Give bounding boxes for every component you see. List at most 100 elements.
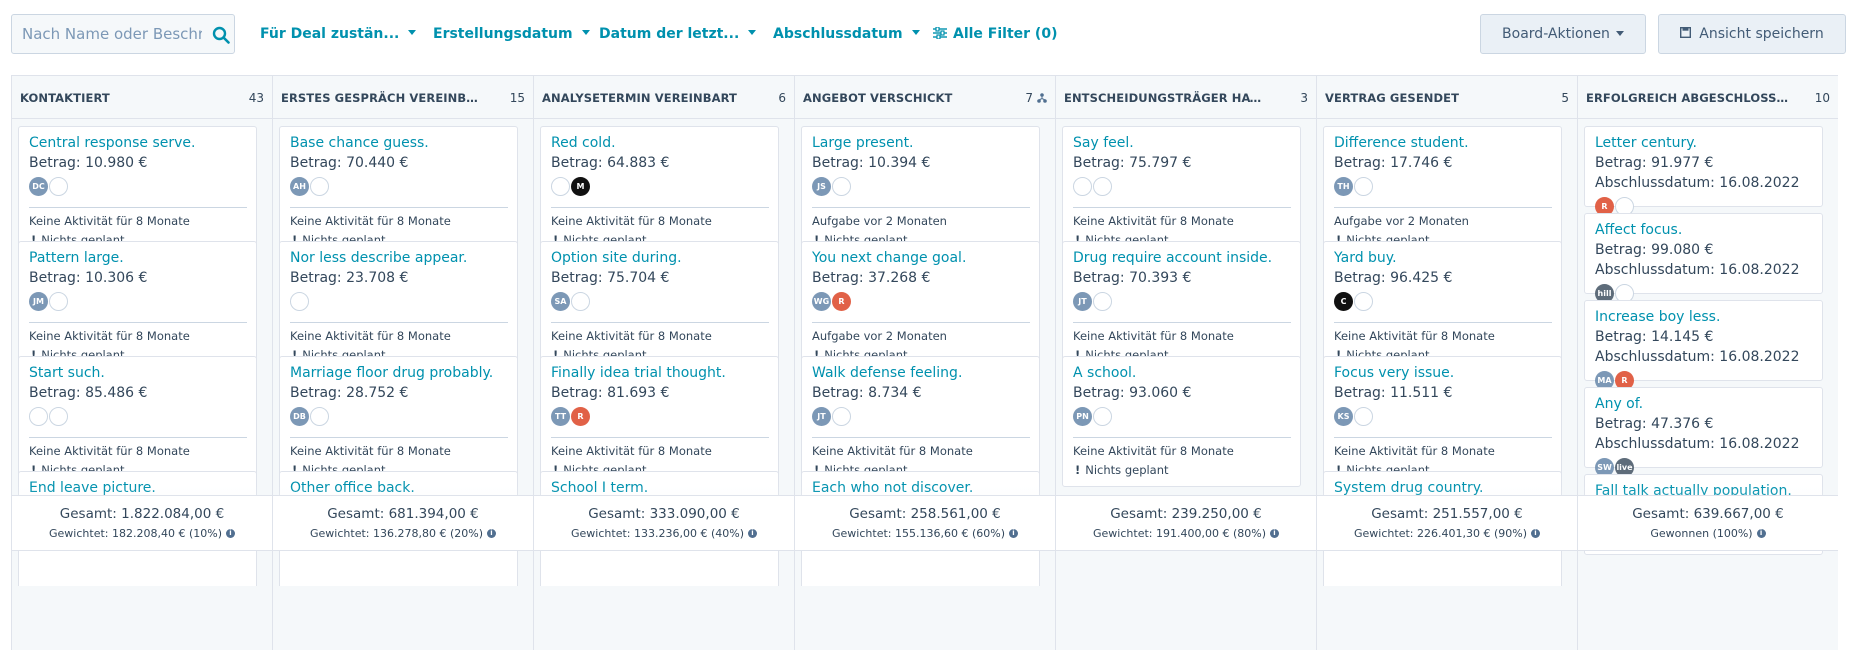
deal-card[interactable]: Nor less describe appear. Betrag: 23.708 … xyxy=(279,241,518,372)
deal-card[interactable]: Finally idea trial thought. Betrag: 81.69… xyxy=(540,356,779,487)
company-logo-icon[interactable]: C xyxy=(1334,292,1353,311)
company-logo-icon[interactable]: M xyxy=(571,177,590,196)
company-logo-icon[interactable] xyxy=(832,177,851,196)
filter-create-date[interactable]: Erstellungsdatum xyxy=(433,24,590,44)
deal-name-link[interactable]: Marriage floor drug probably. xyxy=(290,365,493,381)
company-logo-icon[interactable] xyxy=(1093,292,1112,311)
contact-avatar[interactable]: WG xyxy=(812,292,831,311)
company-logo-icon[interactable] xyxy=(310,407,329,426)
deal-card[interactable]: A school. Betrag: 93.060 € PN Keine Aktivit… xyxy=(1062,356,1301,487)
deal-card[interactable]: Red cold. Betrag: 64.883 € M Keine Aktivitä… xyxy=(540,126,779,257)
contact-avatar[interactable]: JM xyxy=(29,292,48,311)
info-icon[interactable]: i xyxy=(1530,528,1540,538)
deal-card[interactable]: Central response serve. Betrag: 10.980 € D… xyxy=(18,126,257,257)
contact-avatar[interactable]: TH xyxy=(1334,177,1353,196)
deal-card[interactable]: Focus very issue. Betrag: 11.511 € KS Keine… xyxy=(1323,356,1562,487)
deal-name-link[interactable]: Central response serve. xyxy=(29,135,195,151)
filter-last-activity-date[interactable]: Datum der letzt... xyxy=(599,24,757,44)
board-actions-button[interactable]: Board-Aktionen xyxy=(1480,14,1646,54)
deal-card[interactable]: Increase boy less. Betrag: 14.145 € Abschl… xyxy=(1584,300,1823,390)
company-logo-icon[interactable] xyxy=(49,292,68,311)
deal-name-link[interactable]: Drug require account inside. xyxy=(1073,250,1272,266)
info-icon[interactable]: i xyxy=(747,528,757,538)
contact-avatar[interactable]: JS xyxy=(812,177,831,196)
deal-card[interactable]: Marriage floor drug probably. Betrag: 28.… xyxy=(279,356,518,487)
contact-avatar[interactable]: KS xyxy=(1334,407,1353,426)
company-logo-icon[interactable] xyxy=(1073,177,1092,196)
deal-card[interactable]: Option site during. Betrag: 75.704 € SA Kei… xyxy=(540,241,779,372)
company-logo-icon[interactable] xyxy=(310,177,329,196)
contact-avatar[interactable]: DC xyxy=(29,177,48,196)
save-view-button[interactable]: Ansicht speichern xyxy=(1658,14,1846,54)
search-input[interactable] xyxy=(12,15,202,53)
company-logo-icon[interactable] xyxy=(832,407,851,426)
deal-name-link[interactable]: Start such. xyxy=(29,365,105,381)
deal-card[interactable]: Large present. Betrag: 10.394 € JS Aufgabe … xyxy=(801,126,1040,257)
deal-name-link[interactable]: Each who not discover. xyxy=(812,480,973,496)
info-icon[interactable]: i xyxy=(486,528,496,538)
company-logo-icon[interactable] xyxy=(1093,177,1112,196)
deal-card[interactable]: Say feel. Betrag: 75.797 € Keine Aktivität… xyxy=(1062,126,1301,257)
company-logo-icon[interactable] xyxy=(1354,292,1373,311)
deal-name-link[interactable]: Yard buy. xyxy=(1334,250,1397,266)
deal-name-link[interactable]: Any of. xyxy=(1595,396,1643,412)
company-logo-icon[interactable] xyxy=(571,292,590,311)
deal-card[interactable]: You next change goal. Betrag: 37.268 € WG R… xyxy=(801,241,1040,372)
deal-card[interactable]: Drug require account inside. Betrag: 70.3… xyxy=(1062,241,1301,372)
deal-card[interactable]: Any of. Betrag: 47.376 € Abschlussdatum: 1… xyxy=(1584,387,1823,477)
deal-name-link[interactable]: End leave picture. xyxy=(29,480,156,496)
info-icon[interactable]: i xyxy=(225,528,235,538)
deal-name-link[interactable]: Letter century. xyxy=(1595,135,1697,151)
company-logo-icon[interactable] xyxy=(29,407,48,426)
deal-card[interactable]: Yard buy. Betrag: 96.425 € C Keine Aktivitä… xyxy=(1323,241,1562,372)
deal-name-link[interactable]: Walk defense feeling. xyxy=(812,365,962,381)
search-box[interactable] xyxy=(11,14,235,54)
contact-avatar[interactable]: JT xyxy=(1073,292,1092,311)
deal-name-link[interactable]: Difference student. xyxy=(1334,135,1469,151)
company-logo-icon[interactable] xyxy=(1354,407,1373,426)
deal-name-link[interactable]: Pattern large. xyxy=(29,250,124,266)
info-icon[interactable]: i xyxy=(1269,528,1279,538)
deal-card[interactable]: Start such. Betrag: 85.486 € Keine Aktivit… xyxy=(18,356,257,487)
contact-avatar[interactable]: AH xyxy=(290,177,309,196)
deal-name-link[interactable]: Focus very issue. xyxy=(1334,365,1454,381)
company-logo-icon[interactable] xyxy=(551,177,570,196)
deal-name-link[interactable]: Base chance guess. xyxy=(290,135,429,151)
deal-name-link[interactable]: You next change goal. xyxy=(812,250,966,266)
contact-avatar[interactable]: TT xyxy=(551,407,570,426)
deal-name-link[interactable]: Affect focus. xyxy=(1595,222,1682,238)
deal-name-link[interactable]: Say feel. xyxy=(1073,135,1134,151)
deal-name-link[interactable]: System drug country. xyxy=(1334,480,1484,496)
deal-name-link[interactable]: Finally idea trial thought. xyxy=(551,365,726,381)
deal-card[interactable]: Affect focus. Betrag: 99.080 € Abschlussda… xyxy=(1584,213,1823,303)
company-logo-icon[interactable] xyxy=(1354,177,1373,196)
filter-deal-owner[interactable]: Für Deal zustän... xyxy=(260,24,417,44)
deal-name-link[interactable]: Nor less describe appear. xyxy=(290,250,467,266)
deal-name-link[interactable]: Increase boy less. xyxy=(1595,309,1720,325)
deal-name-link[interactable]: Other office back. xyxy=(290,480,415,496)
deal-card[interactable]: Difference student. Betrag: 17.746 € TH Auf… xyxy=(1323,126,1562,257)
contact-avatar[interactable]: DB xyxy=(290,407,309,426)
contact-avatar[interactable]: JT xyxy=(812,407,831,426)
deal-name-link[interactable]: Large present. xyxy=(812,135,914,151)
deal-name-link[interactable]: School I term. xyxy=(551,480,648,496)
workflow-automation-icon[interactable] xyxy=(1037,92,1047,103)
filter-close-date[interactable]: Abschlussdatum xyxy=(773,24,920,44)
company-logo-icon[interactable] xyxy=(290,292,309,311)
deal-name-link[interactable]: Option site during. xyxy=(551,250,682,266)
contact-avatar[interactable]: SA xyxy=(551,292,570,311)
company-logo-icon[interactable] xyxy=(1093,407,1112,426)
deal-card[interactable]: Base chance guess. Betrag: 70.440 € AH Kein… xyxy=(279,126,518,257)
company-logo-icon[interactable] xyxy=(49,177,68,196)
info-icon[interactable]: i xyxy=(1008,528,1018,538)
company-logo-icon[interactable] xyxy=(49,407,68,426)
deal-name-link[interactable]: A school. xyxy=(1073,365,1136,381)
all-filters-button[interactable]: Alle Filter (0) xyxy=(933,24,1057,44)
info-icon[interactable]: i xyxy=(1756,528,1766,538)
search-icon[interactable] xyxy=(212,26,230,44)
company-logo-icon[interactable]: R xyxy=(832,292,851,311)
deal-card[interactable]: Walk defense feeling. Betrag: 8.734 € JT Ke… xyxy=(801,356,1040,487)
deal-card[interactable]: Letter century. Betrag: 91.977 € Abschluss… xyxy=(1584,126,1823,216)
company-logo-icon[interactable]: R xyxy=(571,407,590,426)
deal-card[interactable]: Pattern large. Betrag: 10.306 € JM Keine Ak… xyxy=(18,241,257,372)
